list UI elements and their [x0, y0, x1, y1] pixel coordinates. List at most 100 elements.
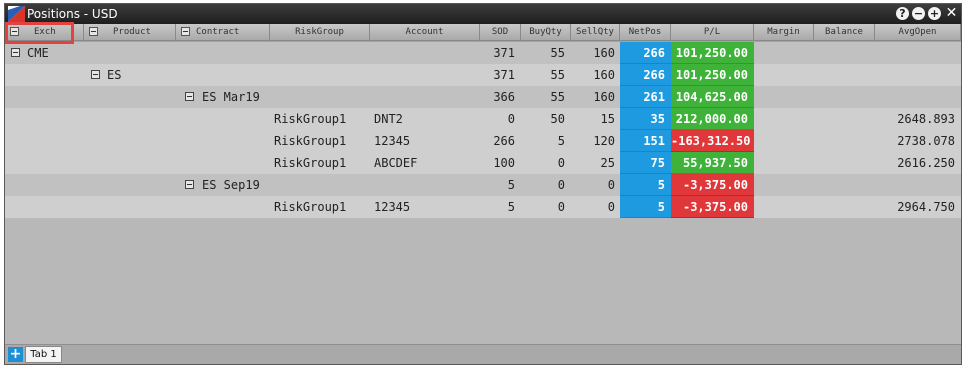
collapse-icon[interactable] [89, 27, 98, 36]
cell-riskgroup: RiskGroup1 [274, 112, 347, 126]
cell-sellqty: 0 [607, 178, 615, 192]
column-header-label: AvgOpen [898, 27, 937, 37]
cell-account: 12345 [374, 134, 411, 148]
cell-buyqty: 0 [557, 156, 565, 170]
table-row[interactable]: CME 371 55 160 266 101,250.00 [5, 42, 961, 64]
cell-sod: 366 [493, 90, 515, 104]
add-tab-button[interactable]: + [8, 347, 23, 362]
cell-sod: 266 [493, 134, 515, 148]
cell-sod: 371 [493, 46, 515, 60]
cell-sellqty: 160 [593, 90, 615, 104]
collapse-icon[interactable] [91, 70, 100, 79]
cell-sellqty: 160 [593, 68, 615, 82]
collapse-icon[interactable] [185, 92, 194, 101]
column-header-label: BuyQty [529, 27, 562, 37]
cell-pl: -163,312.50 [671, 130, 754, 152]
cell-buyqty: 55 [550, 90, 565, 104]
cell-avgopen: 2648.893 [897, 112, 955, 126]
table-row[interactable]: RiskGroup1 ABCDEF 100 0 25 75 55,937.50 … [5, 152, 961, 174]
cell-netpos: 151 [620, 130, 671, 152]
cell-contract: ES Mar19 [202, 90, 260, 104]
minimize-icon[interactable]: − [912, 7, 925, 20]
cell-buyqty: 55 [550, 68, 565, 82]
column-header-label: P/L [703, 27, 721, 37]
collapse-icon[interactable] [181, 27, 190, 36]
cell-riskgroup: RiskGroup1 [274, 200, 347, 214]
positions-window: Positions - USD ? − + ✕ Exch Product Con… [4, 3, 962, 365]
column-header-label: SOD [491, 27, 509, 37]
table-row[interactable]: ES Sep19 5 0 0 5 -3,375.00 [5, 174, 961, 196]
cell-sod: 0 [507, 112, 515, 126]
cell-sellqty: 0 [607, 200, 615, 214]
cell-netpos: 5 [620, 174, 671, 196]
cell-account: 12345 [374, 200, 411, 214]
app-logo-icon [8, 6, 25, 22]
add-icon[interactable]: + [928, 7, 941, 20]
cell-sellqty: 15 [600, 112, 615, 126]
help-icon[interactable]: ? [896, 7, 909, 20]
column-header-account[interactable]: Account [370, 24, 480, 41]
cell-pl: 212,000.00 [671, 108, 754, 130]
cell-netpos: 266 [620, 64, 671, 86]
cell-buyqty: 0 [557, 200, 565, 214]
highlight-box [5, 22, 74, 44]
cell-buyqty: 0 [557, 178, 565, 192]
column-header-label: SellQty [576, 27, 614, 37]
cell-sod: 5 [507, 200, 515, 214]
cell-netpos: 266 [620, 42, 671, 64]
cell-sellqty: 160 [593, 46, 615, 60]
cell-pl: -3,375.00 [671, 174, 754, 196]
column-header-label: Product [113, 27, 151, 37]
close-icon[interactable]: ✕ [945, 6, 958, 20]
table-row[interactable]: RiskGroup1 12345 266 5 120 151 -163,312.… [5, 130, 961, 152]
cell-riskgroup: RiskGroup1 [274, 134, 347, 148]
cell-avgopen: 2738.078 [897, 134, 955, 148]
cell-buyqty: 5 [557, 134, 565, 148]
column-header-label: Contract [196, 27, 240, 37]
cell-sod: 371 [493, 68, 515, 82]
title-bar[interactable]: Positions - USD ? − + ✕ [5, 4, 961, 24]
column-header-avgopen[interactable]: AvgOpen [875, 24, 961, 41]
table-row[interactable]: ES Mar19 366 55 160 261 104,625.00 [5, 86, 961, 108]
column-header-row: Exch Product Contract RiskGroup Account … [5, 24, 961, 42]
column-header-sod[interactable]: SOD [480, 24, 521, 41]
cell-avgopen: 2616.250 [897, 156, 955, 170]
cell-netpos: 5 [620, 196, 671, 218]
cell-pl: 101,250.00 [671, 64, 754, 86]
cell-contract: ES Sep19 [202, 178, 260, 192]
column-header-margin[interactable]: Margin [754, 24, 814, 41]
table-row[interactable]: RiskGroup1 DNT2 0 50 15 35 212,000.00 26… [5, 108, 961, 130]
cell-riskgroup: RiskGroup1 [274, 156, 347, 170]
column-header-netpos[interactable]: NetPos [620, 24, 671, 41]
cell-netpos: 261 [620, 86, 671, 108]
cell-netpos: 35 [620, 108, 671, 130]
column-header-label: Account [405, 27, 444, 37]
collapse-icon[interactable] [185, 180, 194, 189]
column-header-label: Margin [767, 27, 800, 37]
cell-netpos: 75 [620, 152, 671, 174]
column-header-pl[interactable]: P/L [671, 24, 754, 41]
column-header-product[interactable]: Product [84, 24, 176, 41]
column-header-label: Balance [825, 27, 863, 37]
table-row[interactable]: RiskGroup1 12345 5 0 0 5 -3,375.00 2964.… [5, 196, 961, 218]
column-header-buyqty[interactable]: BuyQty [521, 24, 571, 41]
cell-account: DNT2 [374, 112, 403, 126]
window-title: Positions - USD [27, 7, 118, 21]
column-header-label: NetPos [628, 27, 662, 37]
cell-buyqty: 55 [550, 46, 565, 60]
column-header-riskgroup[interactable]: RiskGroup [270, 24, 370, 41]
cell-pl: -3,375.00 [671, 196, 754, 218]
cell-account: ABCDEF [374, 156, 418, 170]
cell-buyqty: 50 [550, 112, 565, 126]
column-header-balance[interactable]: Balance [814, 24, 875, 41]
column-header-contract[interactable]: Contract [176, 24, 270, 41]
table-row[interactable]: ES 371 55 160 266 101,250.00 [5, 64, 961, 86]
tab-bar: + Tab 1 [5, 344, 961, 364]
cell-sellqty: 25 [600, 156, 615, 170]
tab-1[interactable]: Tab 1 [25, 346, 62, 363]
cell-avgopen: 2964.750 [897, 200, 955, 214]
cell-pl: 101,250.00 [671, 42, 754, 64]
collapse-icon[interactable] [11, 48, 20, 57]
cell-sod: 5 [507, 178, 515, 192]
column-header-sellqty[interactable]: SellQty [571, 24, 620, 41]
